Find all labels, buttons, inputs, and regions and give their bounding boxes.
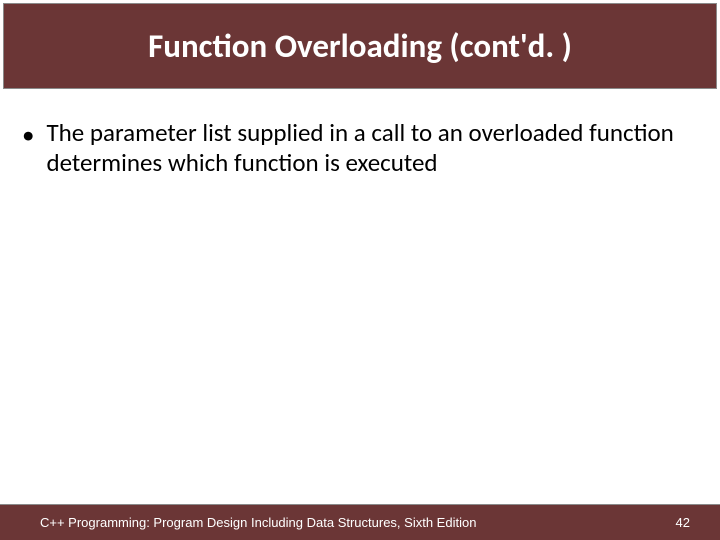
- page-number: 42: [676, 515, 690, 530]
- bullet-marker: •: [22, 120, 34, 150]
- bullet-item: • The parameter list supplied in a call …: [22, 118, 680, 178]
- slide-title: Function Overloading (cont'd. ): [14, 26, 706, 66]
- footer: C++ Programming: Program Design Includin…: [0, 504, 720, 540]
- title-bar: Function Overloading (cont'd. ): [3, 3, 717, 89]
- bullet-text: The parameter list supplied in a call to…: [46, 118, 680, 178]
- content-area: • The parameter list supplied in a call …: [22, 118, 680, 178]
- footer-reference: C++ Programming: Program Design Includin…: [40, 515, 476, 530]
